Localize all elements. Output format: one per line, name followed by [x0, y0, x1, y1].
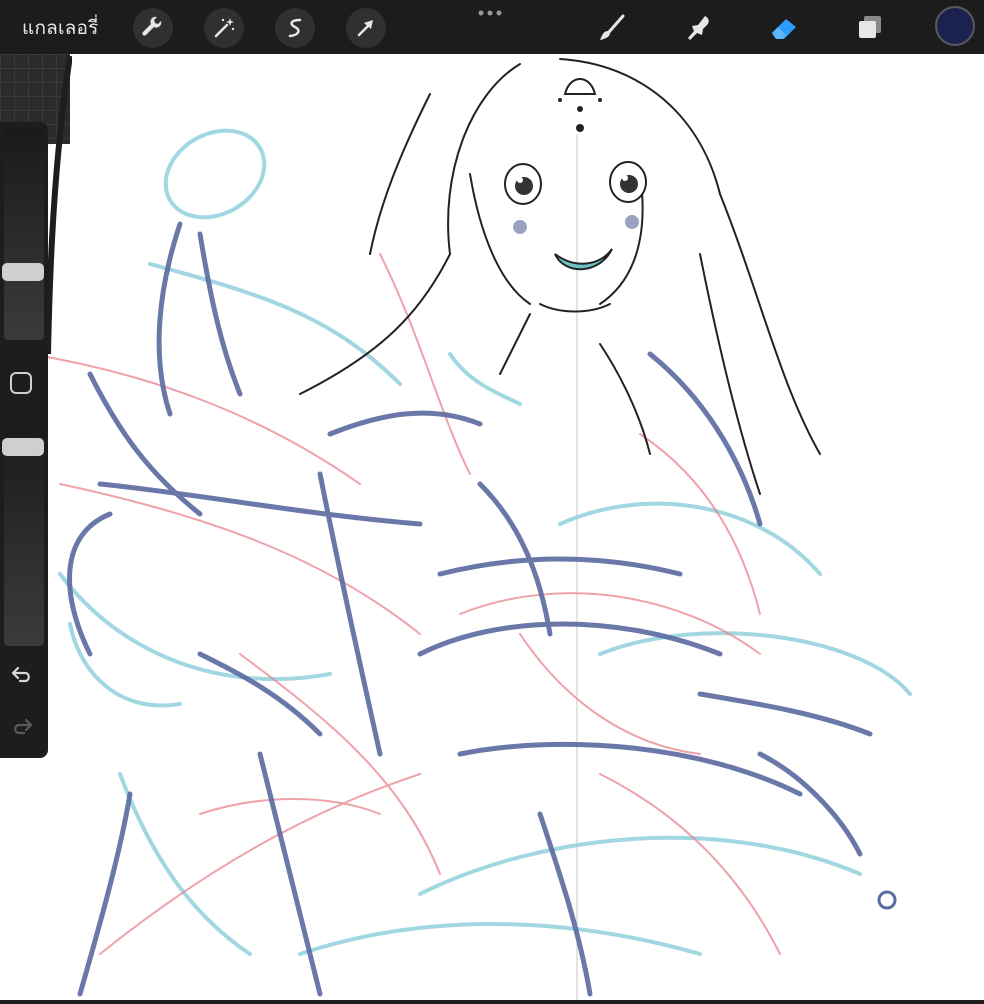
brush-icon	[600, 14, 625, 40]
more-options-icon[interactable]	[476, 8, 506, 18]
transform-arrow-icon	[357, 20, 373, 37]
undo-icon	[11, 666, 30, 683]
brush-tool-button[interactable]	[592, 8, 632, 48]
modify-button[interactable]	[10, 372, 32, 394]
layers-button[interactable]	[850, 8, 890, 48]
undo-button[interactable]	[8, 662, 36, 686]
actions-button[interactable]	[133, 8, 173, 48]
selection-icon	[288, 18, 302, 38]
eraser-icon	[772, 19, 796, 39]
gallery-button[interactable]: แกลเลอรี่	[22, 13, 99, 43]
eraser-tool-button[interactable]	[764, 8, 804, 48]
adjustments-button[interactable]	[204, 8, 244, 48]
opacity-slider[interactable]	[2, 418, 44, 646]
brush-size-handle[interactable]	[2, 263, 44, 281]
sketch-artwork	[29, 58, 912, 1000]
layers-icon	[859, 16, 881, 38]
magic-wand-icon	[214, 18, 235, 38]
smudge-icon	[688, 16, 709, 40]
brush-size-slider[interactable]	[2, 128, 44, 340]
top-toolbar: แกลเลอรี่	[0, 0, 984, 54]
transform-button[interactable]	[346, 8, 386, 48]
opacity-handle[interactable]	[2, 438, 44, 456]
selection-button[interactable]	[275, 8, 315, 48]
wrench-icon	[142, 16, 162, 36]
left-sidebar	[0, 122, 48, 758]
redo-icon	[14, 718, 33, 735]
smudge-tool-button[interactable]	[678, 8, 718, 48]
redo-button[interactable]	[8, 714, 36, 738]
color-picker-button[interactable]	[935, 6, 975, 46]
drawing-canvas[interactable]	[0, 54, 984, 1000]
